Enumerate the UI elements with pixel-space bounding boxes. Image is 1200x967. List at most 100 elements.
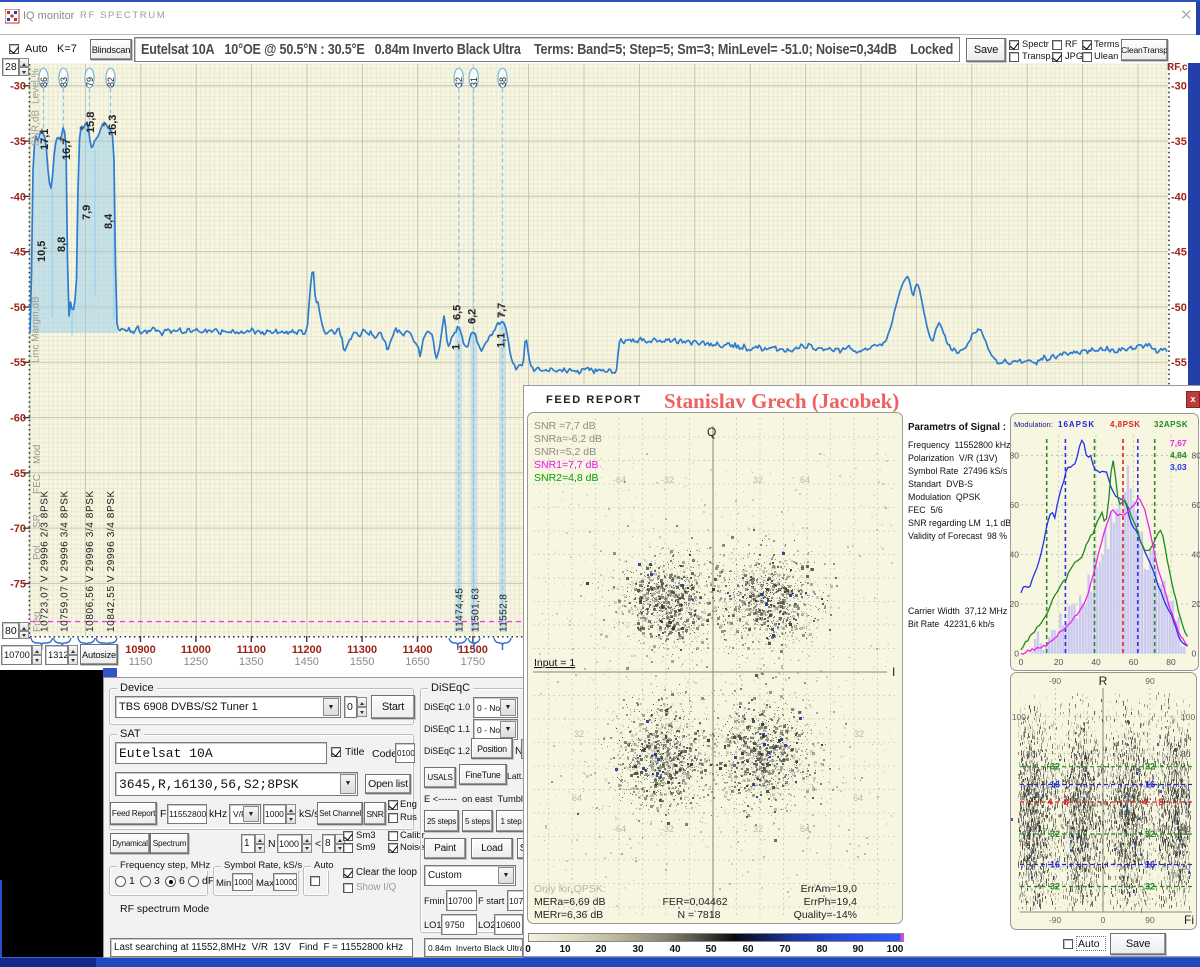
svg-text:16: 16 <box>1050 860 1060 870</box>
svg-text:-35: -35 <box>10 136 26 148</box>
svg-text:16: 16 <box>1145 860 1155 870</box>
svg-text:80: 80 <box>1026 749 1036 759</box>
svg-text:MERr=6,36 dB: MERr=6,36 dB <box>534 909 603 921</box>
svg-text:32: 32 <box>1050 829 1060 839</box>
svg-text:1650: 1650 <box>405 656 429 668</box>
svg-text:20: 20 <box>1010 599 1019 609</box>
svg-text:-50: -50 <box>10 302 26 314</box>
svg-text:15,8: 15,8 <box>85 112 97 133</box>
svg-text:16APSK: 16APSK <box>1058 420 1095 429</box>
svg-text:31: 31 <box>469 77 479 87</box>
svg-text:-55: -55 <box>1171 357 1187 369</box>
svg-text:40: 40 <box>1091 657 1101 667</box>
svg-text:16: 16 <box>1050 780 1060 790</box>
svg-text:32: 32 <box>1050 762 1060 772</box>
svg-text:11501,63: 11501,63 <box>471 588 482 632</box>
svg-text:32: 32 <box>1145 882 1155 892</box>
svg-text:-70: -70 <box>10 523 26 535</box>
svg-text:6,2: 6,2 <box>467 309 479 324</box>
svg-text:11200: 11200 <box>292 644 322 656</box>
svg-text:10806,56 V 29996 3/4 8PSK: 10806,56 V 29996 3/4 8PSK <box>85 490 96 632</box>
svg-text:32: 32 <box>753 475 763 485</box>
svg-text:3,03: 3,03 <box>1170 462 1187 472</box>
svg-text:4,8PSK: 4,8PSK <box>1110 420 1141 429</box>
svg-text:32: 32 <box>854 729 864 739</box>
svg-text:Quality=-14%: Quality=-14% <box>794 909 857 921</box>
svg-text:8: 8 <box>1158 797 1163 807</box>
svg-text:7,7: 7,7 <box>496 303 508 318</box>
svg-text:90: 90 <box>1145 676 1155 686</box>
svg-text:16,3: 16,3 <box>107 115 119 136</box>
svg-text:11100: 11100 <box>237 644 266 656</box>
svg-text:FER=0,04462: FER=0,04462 <box>662 896 727 908</box>
svg-text:20: 20 <box>1181 862 1191 872</box>
svg-text:20: 20 <box>1192 599 1200 609</box>
svg-text:Input = 1: Input = 1 <box>534 657 575 669</box>
svg-text:SNRa=-6,2 dB: SNRa=-6,2 dB <box>534 433 602 445</box>
svg-text:4: 4 <box>1047 797 1052 807</box>
svg-text:80: 80 <box>1010 450 1019 460</box>
svg-text:40: 40 <box>1010 550 1019 560</box>
svg-text:-60: -60 <box>10 413 26 425</box>
svg-text:100: 100 <box>1012 712 1026 722</box>
svg-text:32: 32 <box>1050 882 1060 892</box>
svg-text:RF,c: RF,c <box>1167 62 1188 73</box>
svg-text:-64: -64 <box>613 824 626 834</box>
svg-text:80: 80 <box>1192 450 1200 460</box>
svg-text:-75: -75 <box>10 578 26 590</box>
svg-text:10759,07 V 29996 3/4 8PSK: 10759,07 V 29996 3/4 8PSK <box>60 490 71 632</box>
svg-text:SNR =7,7 dB: SNR =7,7 dB <box>534 420 596 432</box>
svg-text:1: 1 <box>451 344 463 350</box>
svg-text:11400: 11400 <box>403 644 433 656</box>
svg-text:32: 32 <box>1145 762 1155 772</box>
svg-text:-64: -64 <box>613 475 626 485</box>
svg-text:-50: -50 <box>1171 302 1187 314</box>
svg-text:10723,07 V 29996 2/3 8PSK: 10723,07 V 29996 2/3 8PSK <box>40 490 51 632</box>
svg-text:32: 32 <box>753 824 763 834</box>
svg-text:8,4: 8,4 <box>103 213 115 229</box>
svg-text:4,84: 4,84 <box>1170 450 1187 460</box>
svg-text:7,67: 7,67 <box>1170 438 1187 448</box>
svg-text:20: 20 <box>1026 862 1036 872</box>
svg-text:82: 82 <box>106 77 116 87</box>
svg-text:0: 0 <box>1101 915 1106 925</box>
svg-text:60: 60 <box>1192 500 1200 510</box>
svg-text:64: 64 <box>572 793 582 803</box>
svg-text:60: 60 <box>1181 787 1191 797</box>
svg-text:-30: -30 <box>1171 81 1187 93</box>
svg-text:-90: -90 <box>1049 915 1062 925</box>
svg-text:R: R <box>1099 674 1108 688</box>
svg-text:-32: -32 <box>661 475 674 485</box>
svg-text:80: 80 <box>1166 657 1176 667</box>
svg-text:1550: 1550 <box>350 656 374 668</box>
svg-text:ErrPh=19,4: ErrPh=19,4 <box>804 896 858 908</box>
svg-text:-35: -35 <box>1171 136 1187 148</box>
svg-text:11300: 11300 <box>347 644 377 656</box>
svg-text:0: 0 <box>1019 657 1024 667</box>
svg-text:64: 64 <box>800 475 810 485</box>
svg-text:1,1: 1,1 <box>496 333 508 348</box>
svg-text:7,9: 7,9 <box>81 205 93 220</box>
svg-text:80: 80 <box>1181 749 1191 759</box>
svg-text:64: 64 <box>800 824 810 834</box>
svg-text:-30: -30 <box>10 81 26 93</box>
svg-text:-32: -32 <box>661 824 674 834</box>
svg-text:-40: -40 <box>1171 191 1187 203</box>
svg-text:-40: -40 <box>10 191 26 203</box>
svg-text:32: 32 <box>454 77 464 87</box>
svg-text:90: 90 <box>1145 915 1155 925</box>
svg-text:32: 32 <box>574 729 584 739</box>
svg-text:Q: Q <box>707 425 716 439</box>
svg-text:11000: 11000 <box>181 644 211 656</box>
svg-text:1150: 1150 <box>129 656 153 668</box>
svg-text:60: 60 <box>1129 657 1139 667</box>
svg-text:10,5: 10,5 <box>36 241 48 262</box>
svg-text:60: 60 <box>1026 787 1036 797</box>
svg-text:1350: 1350 <box>239 656 263 668</box>
svg-text:8: 8 <box>1063 797 1068 807</box>
svg-text:0: 0 <box>1192 649 1197 659</box>
svg-text:10842,55 V 29996 3/4 8PSK: 10842,55 V 29996 3/4 8PSK <box>106 490 117 632</box>
svg-text:1250: 1250 <box>184 656 208 668</box>
svg-text:8,8: 8,8 <box>56 237 68 252</box>
svg-text:83: 83 <box>59 77 69 87</box>
